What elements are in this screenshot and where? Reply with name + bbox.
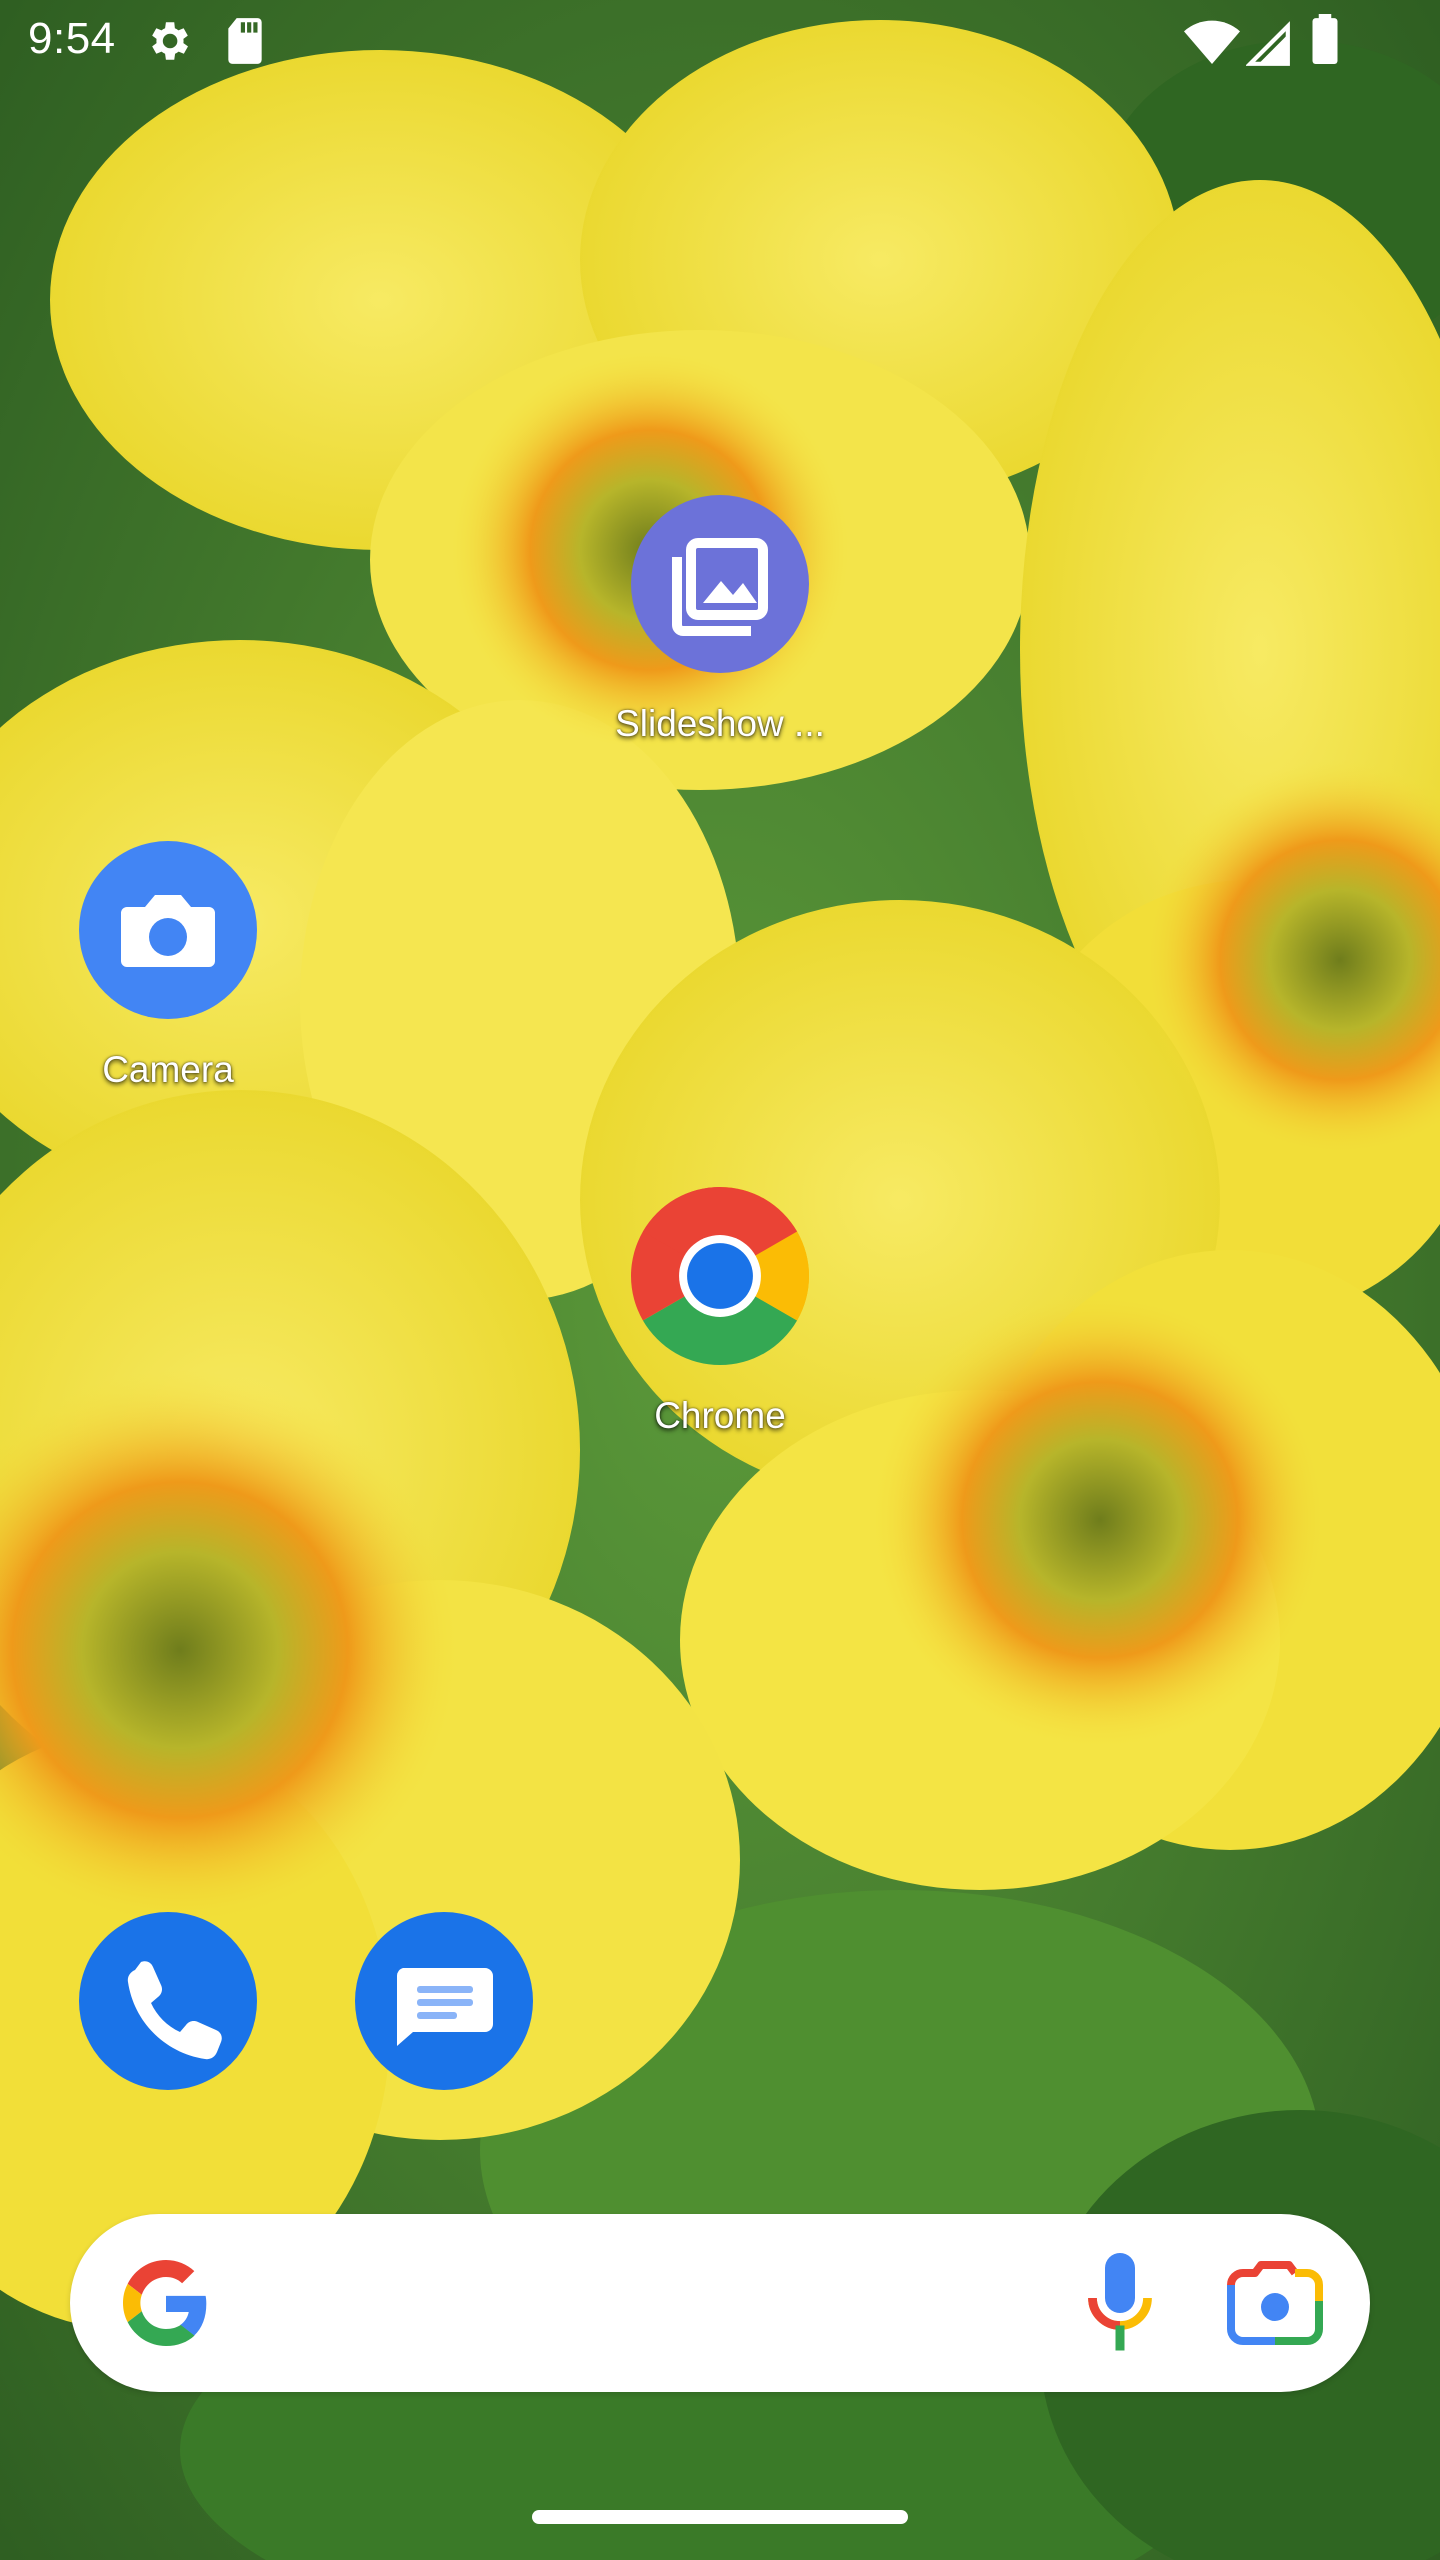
microphone-icon[interactable]: [1070, 2214, 1170, 2392]
app-label-slideshow: Slideshow ...: [615, 703, 825, 744]
chrome-icon: [631, 1187, 809, 1365]
messages-icon: [355, 1912, 533, 2090]
wifi-icon: [1184, 20, 1240, 64]
app-messages[interactable]: [314, 1912, 574, 2090]
status-time: 9:54: [28, 14, 116, 63]
google-search-bar[interactable]: [70, 2214, 1370, 2392]
google-g-icon[interactable]: [118, 2214, 214, 2392]
sd-card-icon: [228, 18, 262, 64]
app-camera[interactable]: Camera: [38, 841, 298, 1091]
google-lens-icon[interactable]: [1220, 2214, 1330, 2392]
app-label-chrome: Chrome: [654, 1395, 786, 1436]
app-slideshow[interactable]: Slideshow ...: [590, 495, 850, 745]
app-phone[interactable]: [38, 1912, 298, 2090]
phone-icon: [79, 1912, 257, 2090]
home-screen: 9:54 Slideshow ... Camera Chrome: [0, 0, 1440, 2560]
status-bar: 9:54: [0, 0, 1440, 84]
cellular-signal-icon: [1246, 21, 1290, 66]
app-chrome[interactable]: Chrome: [590, 1187, 850, 1437]
battery-icon: [1312, 14, 1338, 64]
gesture-nav-handle[interactable]: [532, 2510, 908, 2524]
settings-gear-icon: [152, 22, 188, 60]
app-label-camera: Camera: [102, 1049, 234, 1090]
slideshow-gallery-icon: [631, 495, 809, 673]
camera-icon: [79, 841, 257, 1019]
